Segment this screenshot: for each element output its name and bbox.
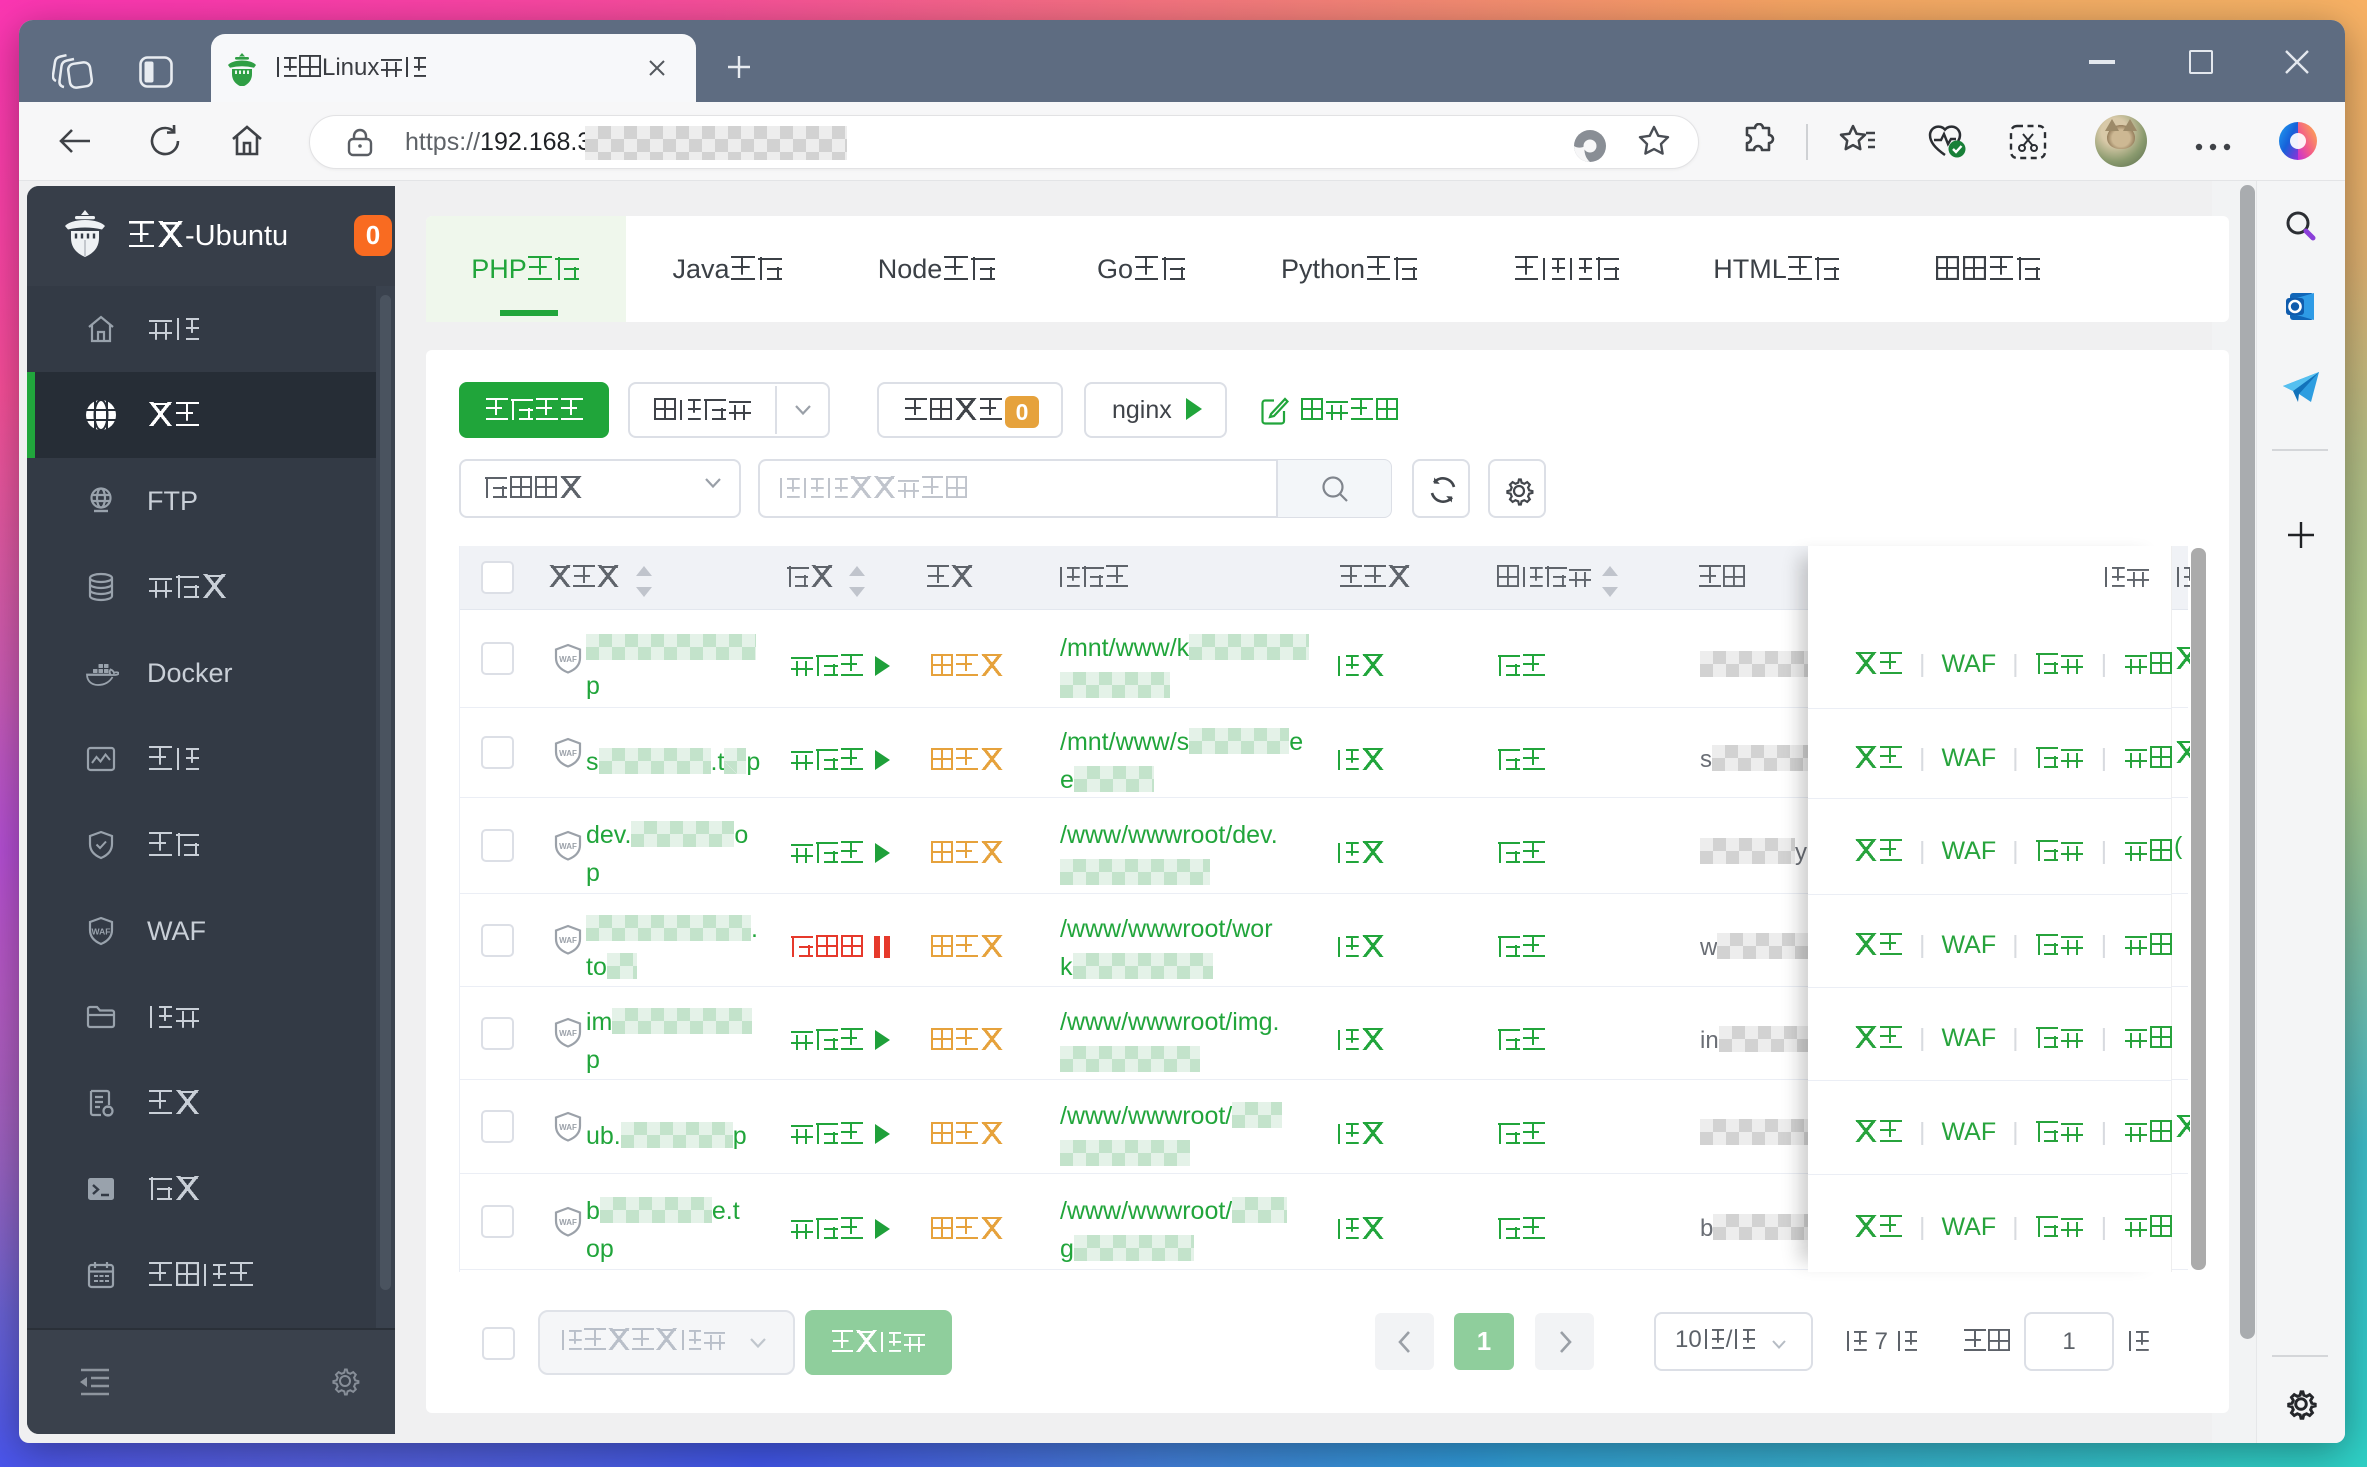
svg-text:WAF: WAF: [559, 842, 577, 851]
svg-text:WAF: WAF: [559, 1218, 577, 1227]
svg-text:WAF: WAF: [92, 927, 111, 937]
svg-text:WAF: WAF: [559, 1123, 577, 1132]
svg-text:WAF: WAF: [559, 655, 577, 664]
svg-text:WAF: WAF: [559, 936, 577, 945]
svg-text:WAF: WAF: [559, 1029, 577, 1038]
svg-text:WAF: WAF: [559, 749, 577, 758]
